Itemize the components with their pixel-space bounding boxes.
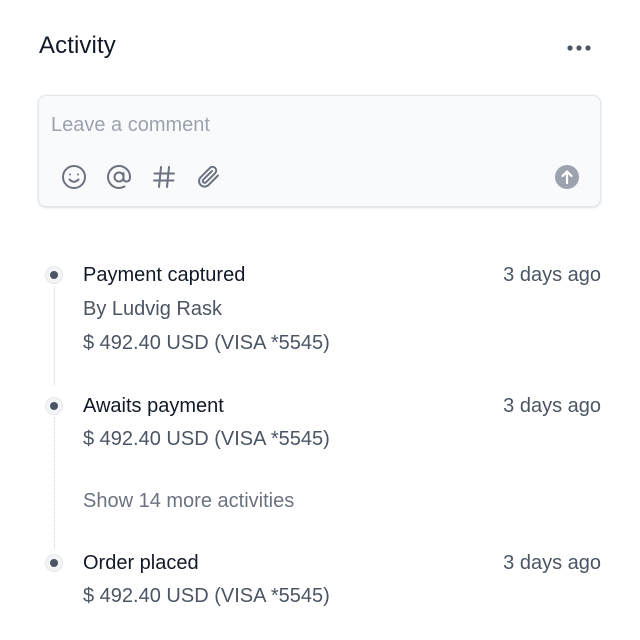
timeline-dot bbox=[45, 266, 63, 284]
event-amount: $ 492.40 USD (VISA *5545) bbox=[83, 585, 330, 607]
send-comment-button[interactable] bbox=[553, 163, 581, 191]
event-author: By Ludvig Rask bbox=[83, 298, 222, 320]
timeline-connector bbox=[54, 286, 55, 386]
hashtag-button[interactable] bbox=[149, 162, 179, 192]
show-more-activities-link[interactable]: Show 14 more activities bbox=[83, 490, 294, 513]
event-title: Awaits payment bbox=[83, 395, 224, 417]
event-time: 3 days ago bbox=[503, 264, 601, 286]
event-title: Payment captured bbox=[83, 264, 246, 286]
mention-button[interactable] bbox=[104, 162, 134, 192]
event-time: 3 days ago bbox=[503, 395, 601, 417]
timeline-dot bbox=[45, 554, 63, 572]
event-title: Order placed bbox=[83, 552, 199, 574]
event-amount: $ 492.40 USD (VISA *5545) bbox=[83, 332, 330, 354]
paperclip-icon bbox=[198, 165, 219, 188]
event-amount: $ 492.40 USD (VISA *5545) bbox=[83, 428, 330, 450]
at-sign-icon bbox=[107, 165, 132, 189]
hash-icon bbox=[153, 166, 175, 188]
arrow-up-circle-icon bbox=[555, 165, 579, 189]
emoji-button[interactable] bbox=[59, 162, 89, 192]
comment-input[interactable] bbox=[51, 110, 571, 140]
timeline-connector-dotted bbox=[54, 417, 55, 549]
attach-button[interactable] bbox=[194, 162, 224, 192]
activity-title: Activity bbox=[39, 32, 116, 59]
more-horizontal-icon bbox=[567, 45, 591, 51]
more-options-button[interactable] bbox=[562, 36, 596, 60]
emoji-icon bbox=[62, 165, 86, 189]
event-time: 3 days ago bbox=[503, 552, 601, 574]
comment-composer bbox=[38, 95, 601, 207]
timeline-dot bbox=[45, 397, 63, 415]
